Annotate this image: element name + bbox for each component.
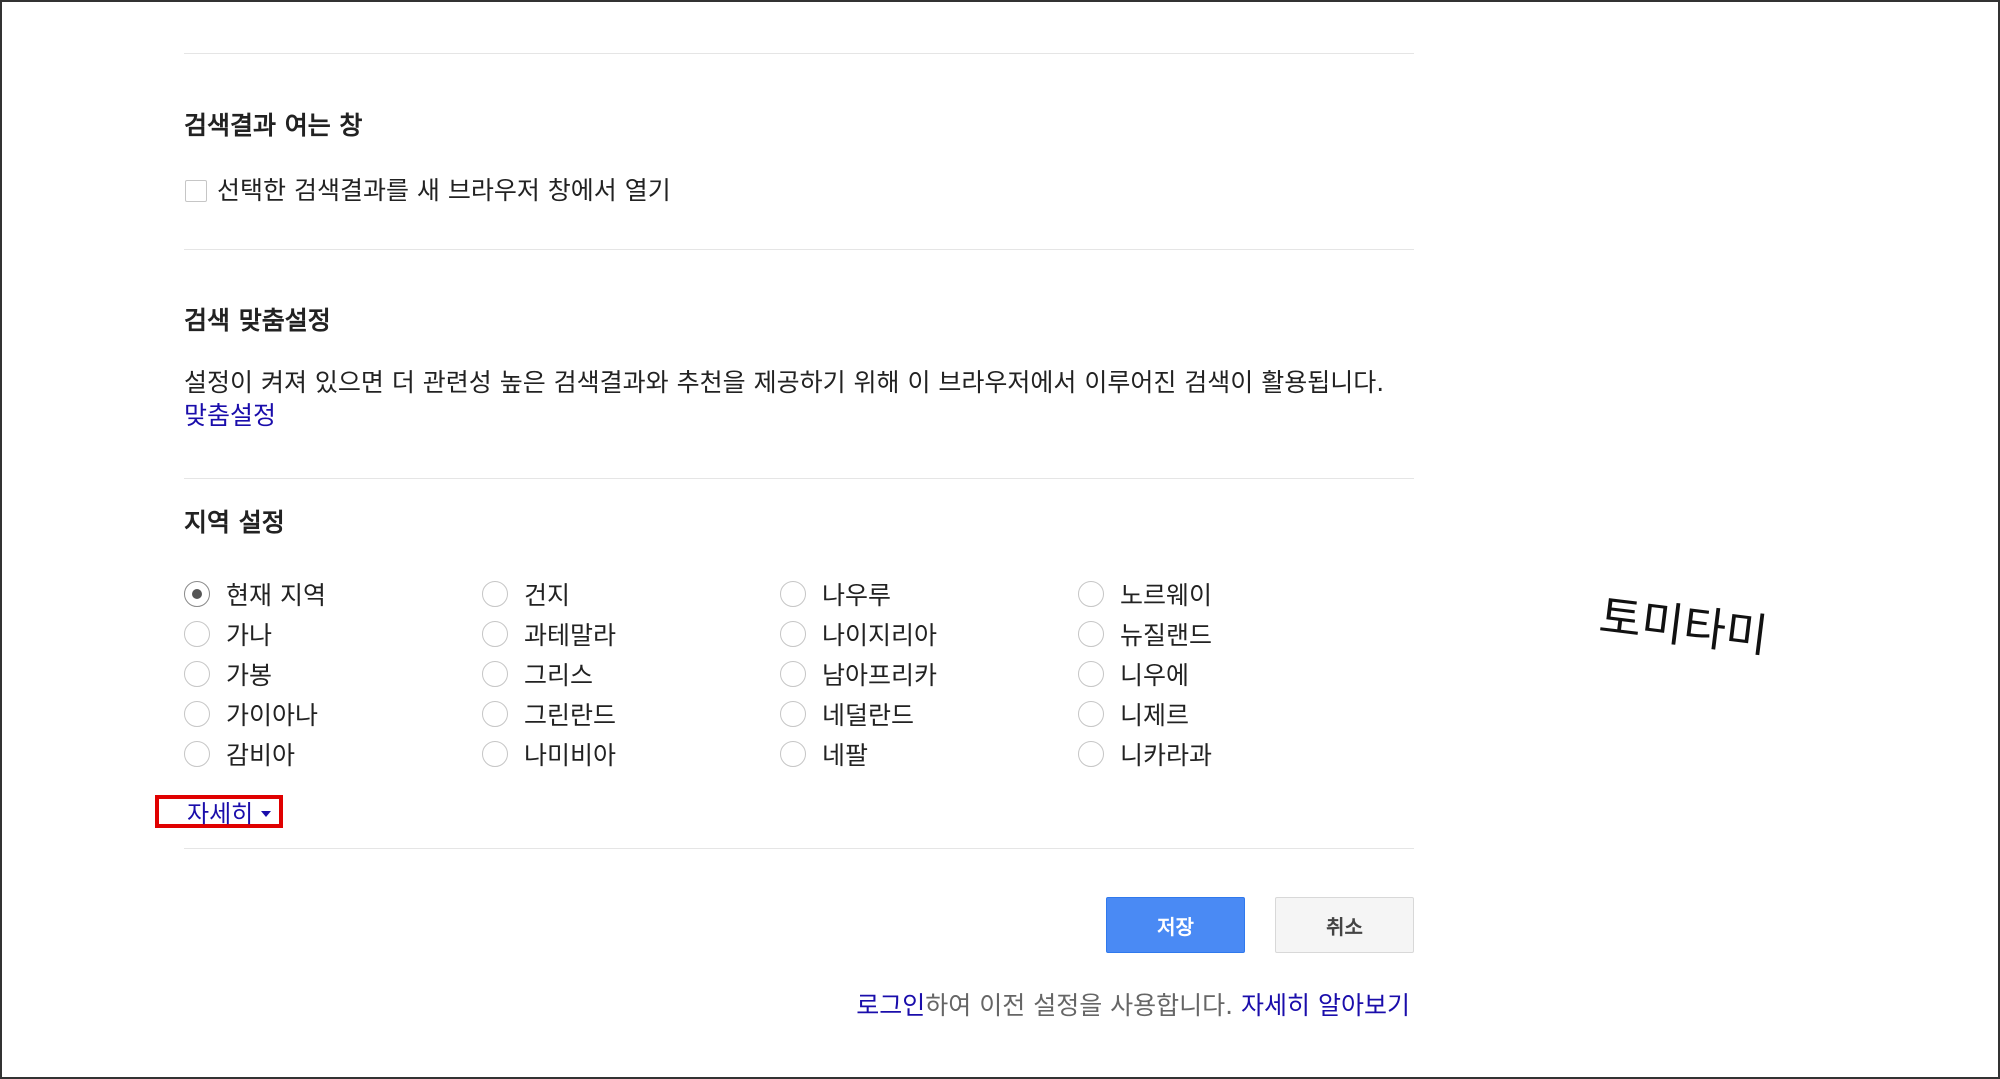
region-radio[interactable] bbox=[482, 661, 508, 687]
region-option[interactable]: 건지 bbox=[482, 578, 570, 610]
region-label: 가봉 bbox=[226, 661, 273, 690]
region-label: 네팔 bbox=[822, 741, 869, 770]
region-label: 감비아 bbox=[226, 741, 296, 770]
region-radio[interactable] bbox=[184, 661, 210, 687]
divider bbox=[184, 478, 1414, 479]
region-radio[interactable] bbox=[184, 581, 210, 607]
divider bbox=[184, 249, 1414, 250]
region-label: 그리스 bbox=[524, 661, 594, 690]
personalization-description: 설정이 켜져 있으면 더 관련성 높은 검색결과와 추천을 제공하기 위해 이 … bbox=[184, 366, 1394, 432]
chevron-down-icon bbox=[261, 810, 272, 817]
region-option[interactable]: 가봉 bbox=[184, 658, 272, 690]
divider bbox=[184, 53, 1414, 54]
region-radio[interactable] bbox=[1078, 621, 1104, 647]
region-label: 남아프리카 bbox=[822, 661, 938, 690]
footer-login-message: 로그인하여 이전 설정을 사용합니다. 자세히 알아보기 bbox=[856, 986, 1410, 1022]
region-label: 노르웨이 bbox=[1120, 581, 1213, 610]
region-label: 니카라과 bbox=[1120, 741, 1213, 770]
learn-more-link[interactable]: 자세히 알아보기 bbox=[1241, 991, 1410, 1020]
region-option[interactable]: 나이지리아 bbox=[780, 618, 937, 650]
region-radio[interactable] bbox=[780, 661, 806, 687]
region-radio[interactable] bbox=[780, 741, 806, 767]
region-option[interactable]: 과테말라 bbox=[482, 618, 616, 650]
section-title-results-window: 검색결과 여는 창 bbox=[184, 111, 363, 140]
region-label: 그린란드 bbox=[524, 701, 617, 730]
region-radio[interactable] bbox=[780, 581, 806, 607]
region-radio[interactable] bbox=[184, 621, 210, 647]
region-option[interactable]: 네덜란드 bbox=[780, 698, 914, 730]
region-option[interactable]: 남아프리카 bbox=[780, 658, 937, 690]
more-regions-label[interactable]: 자세히 bbox=[187, 794, 253, 829]
region-label: 나미비아 bbox=[524, 741, 617, 770]
region-option[interactable]: 뉴질랜드 bbox=[1078, 618, 1212, 650]
more-regions-link[interactable]: 자세히 bbox=[155, 795, 283, 828]
login-link[interactable]: 로그인 bbox=[856, 991, 925, 1020]
region-option[interactable]: 니우에 bbox=[1078, 658, 1189, 690]
region-option[interactable]: 네팔 bbox=[780, 738, 868, 770]
handwritten-watermark: 토미타미 bbox=[1596, 588, 1771, 664]
region-label: 니제르 bbox=[1120, 701, 1190, 730]
region-radio[interactable] bbox=[184, 741, 210, 767]
region-option[interactable]: 노르웨이 bbox=[1078, 578, 1212, 610]
region-label: 건지 bbox=[524, 581, 571, 610]
region-radio[interactable] bbox=[780, 621, 806, 647]
personalization-link[interactable]: 맞춤설정 bbox=[184, 401, 276, 430]
region-label: 현재 지역 bbox=[226, 581, 326, 610]
region-label: 과테말라 bbox=[524, 621, 617, 650]
divider bbox=[184, 848, 1414, 849]
region-label: 가이아나 bbox=[226, 701, 319, 730]
region-option[interactable]: 가나 bbox=[184, 618, 272, 650]
region-option[interactable]: 현재 지역 bbox=[184, 578, 326, 610]
region-radio[interactable] bbox=[482, 741, 508, 767]
region-option[interactable]: 니카라과 bbox=[1078, 738, 1212, 770]
region-label: 나이지리아 bbox=[822, 621, 938, 650]
region-label: 니우에 bbox=[1120, 661, 1190, 690]
open-new-window-label[interactable]: 선택한 검색결과를 새 브라우저 창에서 열기 bbox=[217, 174, 671, 207]
region-option[interactable]: 가이아나 bbox=[184, 698, 318, 730]
region-radio[interactable] bbox=[482, 701, 508, 727]
region-radio[interactable] bbox=[184, 701, 210, 727]
personalization-description-text: 설정이 켜져 있으면 더 관련성 높은 검색결과와 추천을 제공하기 위해 이 … bbox=[184, 368, 1385, 397]
region-option[interactable]: 그린란드 bbox=[482, 698, 616, 730]
cancel-button[interactable]: 취소 bbox=[1275, 897, 1414, 953]
save-button[interactable]: 저장 bbox=[1106, 897, 1245, 953]
region-radio[interactable] bbox=[1078, 581, 1104, 607]
open-new-window-checkbox[interactable] bbox=[185, 180, 207, 202]
region-option[interactable]: 그리스 bbox=[482, 658, 593, 690]
region-radio[interactable] bbox=[1078, 741, 1104, 767]
region-radio[interactable] bbox=[780, 701, 806, 727]
region-radio[interactable] bbox=[482, 581, 508, 607]
settings-page: 검색결과 여는 창 선택한 검색결과를 새 브라우저 창에서 열기 검색 맞춤설… bbox=[0, 0, 2000, 1079]
region-radio[interactable] bbox=[482, 621, 508, 647]
region-option[interactable]: 감비아 bbox=[184, 738, 295, 770]
region-option[interactable]: 나우루 bbox=[780, 578, 891, 610]
section-title-personalization: 검색 맞춤설정 bbox=[184, 306, 331, 335]
section-title-region: 지역 설정 bbox=[184, 508, 285, 537]
region-option[interactable]: 니제르 bbox=[1078, 698, 1189, 730]
region-option[interactable]: 나미비아 bbox=[482, 738, 616, 770]
region-label: 뉴질랜드 bbox=[1120, 621, 1213, 650]
region-label: 나우루 bbox=[822, 581, 892, 610]
region-label: 네덜란드 bbox=[822, 701, 915, 730]
footer-text: 하여 이전 설정을 사용합니다. bbox=[925, 991, 1234, 1020]
region-label: 가나 bbox=[226, 621, 273, 650]
region-radio[interactable] bbox=[1078, 661, 1104, 687]
region-radio[interactable] bbox=[1078, 701, 1104, 727]
